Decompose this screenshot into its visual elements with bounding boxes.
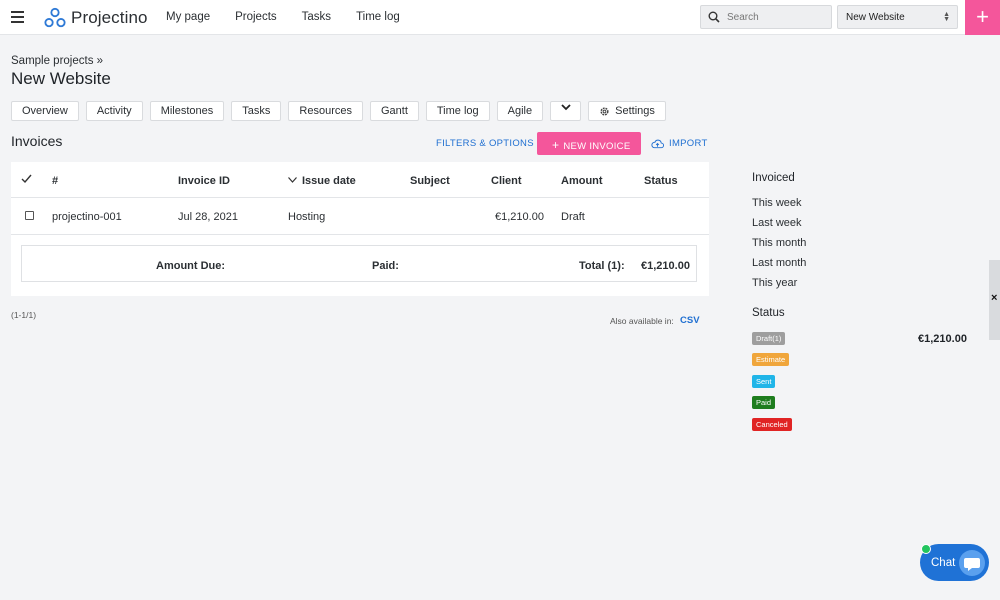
chevron-down-icon — [560, 104, 571, 111]
pagination-info: (1-1/1) — [11, 310, 37, 320]
online-status-dot — [921, 544, 931, 554]
global-add-button[interactable]: + — [965, 0, 1000, 35]
tab-agile[interactable]: Agile — [496, 101, 544, 121]
filters-options-link[interactable]: FILTERS & OPTIONS — [436, 138, 534, 149]
invoices-table: # Invoice ID Issue date Subject Client A… — [11, 162, 709, 296]
status-badge-canceled[interactable]: Canceled — [752, 418, 792, 431]
close-icon[interactable]: × — [991, 292, 997, 304]
invoiced-heading: Invoiced — [752, 172, 795, 184]
nav-projects[interactable]: Projects — [235, 11, 277, 23]
nav-my-page[interactable]: My page — [166, 11, 210, 23]
tab-settings[interactable]: Settings — [588, 101, 666, 121]
row-amount: €1,210.00 — [495, 211, 544, 223]
import-label: IMPORT — [669, 138, 708, 149]
tab-more-button[interactable] — [550, 101, 582, 121]
row-subject: Hosting — [288, 211, 326, 223]
search-icon — [708, 11, 720, 23]
chat-bubble-icon — [959, 550, 985, 576]
status-badge-estimate[interactable]: Estimate — [752, 353, 790, 366]
chat-label: Chat — [931, 557, 956, 569]
filter-this-week[interactable]: This week — [752, 197, 802, 209]
col-status[interactable]: Status — [644, 175, 678, 187]
tab-gantt[interactable]: Gantt — [369, 101, 419, 121]
filter-last-week[interactable]: Last week — [752, 217, 802, 229]
export-formats-label: Also available in: — [610, 316, 674, 326]
project-tabs: Overview Activity Milestones Tasks Resou… — [11, 101, 673, 121]
col-number[interactable]: # — [52, 175, 58, 187]
table-row[interactable]: projectino-001 Jul 28, 2021 Hosting €1,2… — [11, 198, 709, 235]
cloud-upload-icon — [651, 139, 664, 148]
col-issue-date-label: Issue date — [302, 175, 356, 187]
select-all-check-icon[interactable] — [21, 174, 32, 184]
status-badge-paid[interactable]: Paid — [752, 396, 776, 409]
tab-settings-label: Settings — [615, 105, 655, 117]
col-invoice-id[interactable]: Invoice ID — [178, 175, 230, 187]
plus-icon: + — [552, 138, 560, 152]
csv-export-link[interactable]: CSV — [680, 315, 700, 326]
app-name: Projectino — [71, 8, 148, 27]
search-input[interactable] — [727, 10, 827, 25]
tab-activity[interactable]: Activity — [85, 101, 143, 121]
gear-icon — [600, 107, 609, 116]
nav-tasks[interactable]: Tasks — [302, 11, 331, 23]
project-select[interactable]: New Website ▲ ▼ — [837, 5, 958, 29]
top-bar: Projectino My page Projects Tasks Time l… — [0, 0, 1000, 35]
invoices-title: Invoices — [11, 133, 63, 149]
projectino-logo-icon — [44, 7, 66, 28]
row-checkbox[interactable] — [25, 211, 34, 220]
row-invoice-number[interactable]: projectino-001 — [52, 211, 122, 223]
import-link[interactable]: IMPORT — [651, 138, 708, 149]
col-issue-date[interactable]: Issue date — [288, 175, 356, 187]
paid-label: Paid: — [372, 260, 399, 272]
table-header-row: # Invoice ID Issue date Subject Client A… — [11, 162, 709, 198]
status-heading: Status — [752, 307, 785, 319]
filter-this-month[interactable]: This month — [752, 237, 806, 249]
app-logo[interactable]: Projectino — [44, 6, 148, 30]
col-subject[interactable]: Subject — [410, 175, 450, 187]
totals-box: Amount Due: Paid: Total (1): €1,210.00 — [21, 245, 697, 282]
breadcrumb[interactable]: Sample projects » — [11, 55, 103, 67]
new-invoice-button[interactable]: + NEW INVOICE — [537, 132, 641, 155]
tab-milestones[interactable]: Milestones — [149, 101, 225, 121]
tab-overview[interactable]: Overview — [11, 101, 79, 121]
search-box — [700, 5, 832, 29]
tab-tasks[interactable]: Tasks — [231, 101, 282, 121]
row-status: Draft — [561, 211, 585, 223]
tab-resources[interactable]: Resources — [288, 101, 363, 121]
new-invoice-label: NEW INVOICE — [563, 141, 631, 152]
total-label: Total (1): — [579, 260, 625, 272]
tab-time-log[interactable]: Time log — [425, 101, 490, 121]
side-panel-handle[interactable]: × — [989, 260, 1000, 340]
sort-descending-icon — [288, 177, 297, 183]
draft-amount: €1,210.00 — [918, 333, 967, 345]
nav-time-log[interactable]: Time log — [356, 11, 400, 23]
status-badge-draft[interactable]: Draft(1) — [752, 332, 786, 345]
amount-due-label: Amount Due: — [156, 260, 226, 272]
hamburger-menu-icon[interactable] — [11, 11, 24, 23]
filter-last-month[interactable]: Last month — [752, 257, 806, 269]
row-issue-date: Jul 28, 2021 — [178, 211, 238, 223]
select-arrows-icon: ▲ ▼ — [943, 11, 950, 23]
project-select-value: New Website — [846, 12, 905, 23]
page-title: New Website — [11, 69, 111, 88]
col-client[interactable]: Client — [491, 175, 522, 187]
status-badge-sent[interactable]: Sent — [752, 375, 776, 388]
total-value: €1,210.00 — [641, 260, 690, 272]
top-nav: My page Projects Tasks Time log — [166, 11, 425, 23]
col-amount[interactable]: Amount — [561, 175, 603, 187]
filter-this-year[interactable]: This year — [752, 277, 797, 289]
